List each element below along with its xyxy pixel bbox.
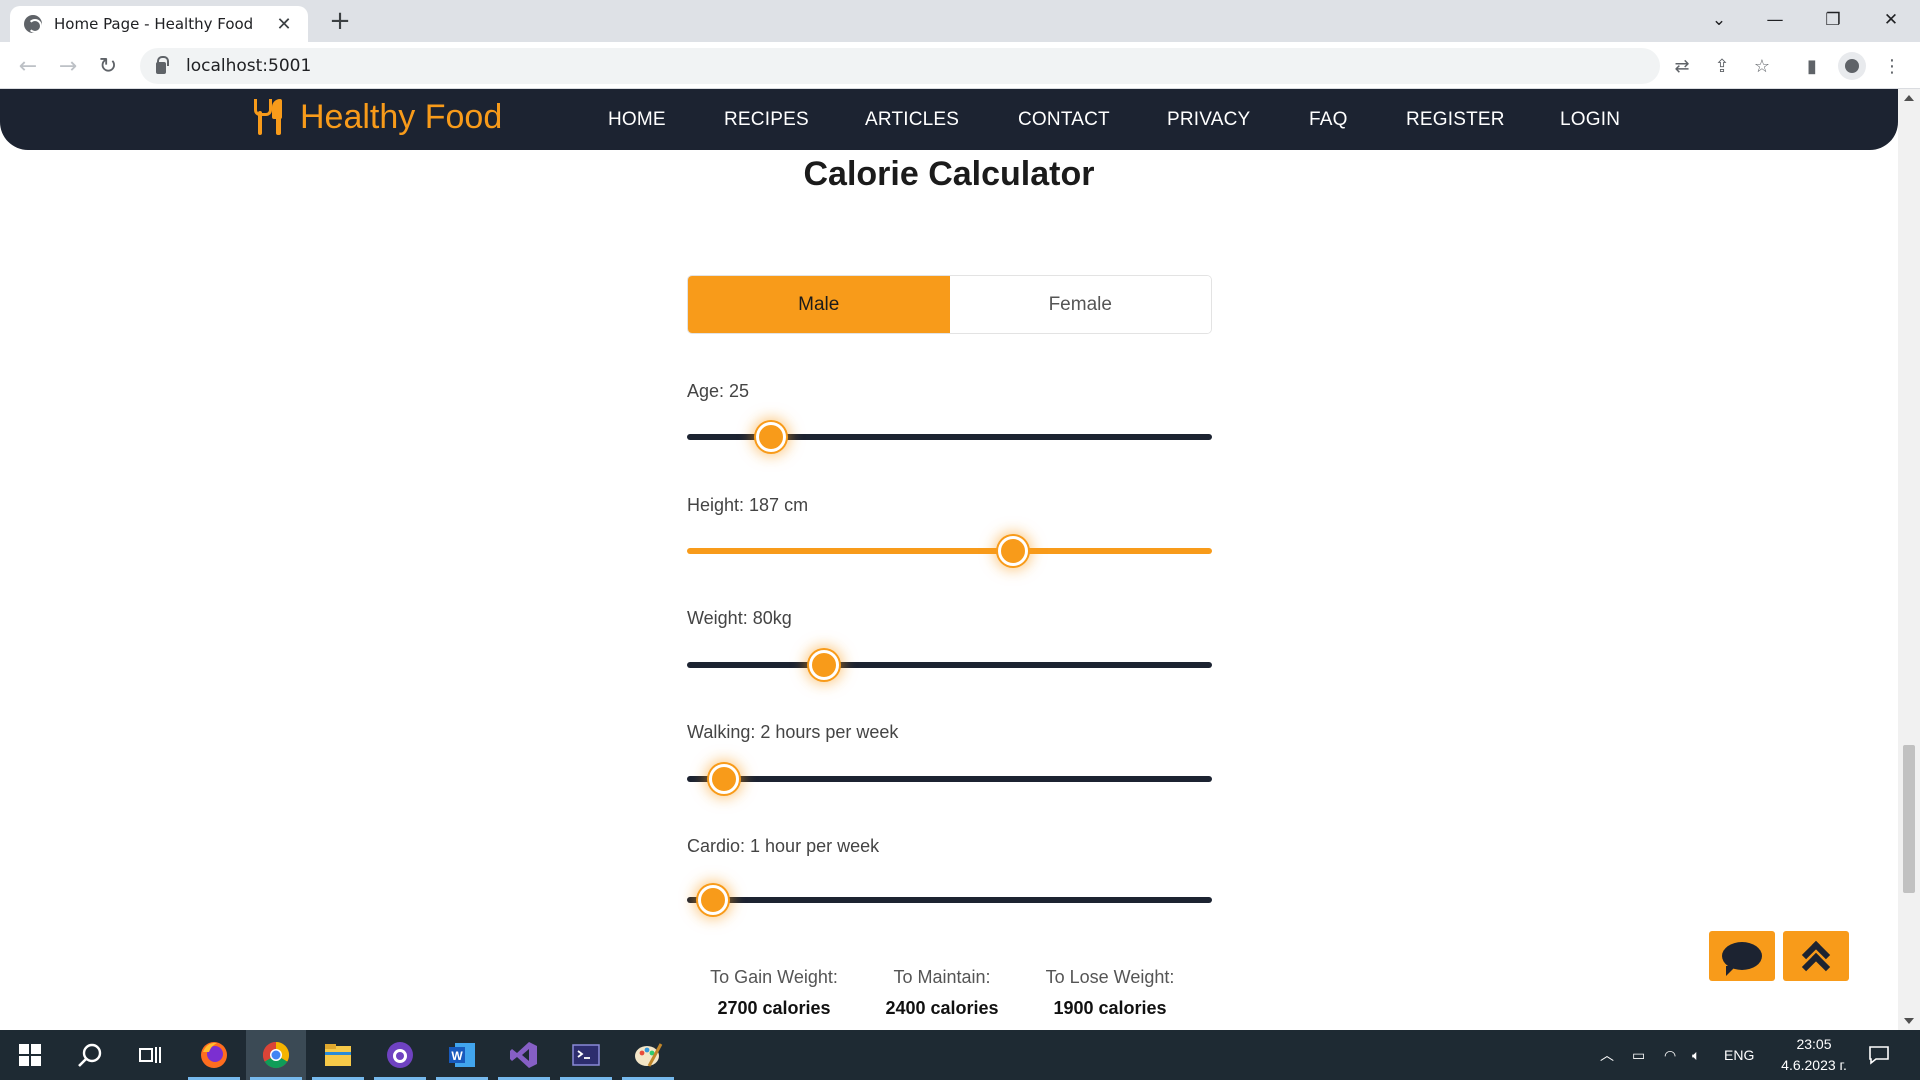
walking-slider[interactable] (687, 776, 1212, 782)
page-title: Calorie Calculator (803, 155, 1095, 193)
battery-icon[interactable]: ▭ (1632, 1030, 1645, 1080)
github-desktop-icon[interactable] (370, 1030, 430, 1080)
clock-date: 4.6.2023 г. (1781, 1057, 1847, 1073)
visual-studio-icon[interactable] (494, 1030, 554, 1080)
tab-close-icon[interactable]: ✕ (274, 14, 294, 35)
side-panel-icon[interactable]: ▮ (1796, 50, 1828, 82)
minimize-button[interactable]: — (1746, 0, 1804, 40)
gender-female-option[interactable]: Female (949, 276, 1211, 333)
nav-register[interactable]: REGISTER (1406, 89, 1505, 150)
cardio-slider-thumb[interactable] (698, 885, 729, 915)
chrome-icon[interactable] (246, 1030, 306, 1080)
weight-slider-thumb[interactable] (808, 650, 839, 680)
result-maintain-label: To Maintain: (893, 967, 991, 987)
lock-icon (156, 56, 169, 74)
share-icon[interactable]: ⇪ (1706, 50, 1738, 82)
reload-icon[interactable]: ↻ (92, 50, 124, 82)
clock-time: 23:05 (1796, 1036, 1832, 1052)
address-bar[interactable]: localhost:5001 (140, 48, 1660, 84)
scroll-up-arrow-icon[interactable] (1904, 95, 1914, 101)
double-chevron-up-icon (1801, 939, 1831, 982)
weight-slider[interactable] (687, 662, 1212, 668)
result-lose-label: To Lose Weight: (1045, 967, 1175, 987)
profile-avatar-icon[interactable] (1838, 52, 1866, 80)
forward-arrow-icon[interactable]: → (52, 50, 84, 82)
result-gain-value: 2700 calories (717, 998, 831, 1018)
utensils-icon (252, 97, 288, 137)
result-lose: To Lose Weight: 1900 calories (1025, 967, 1195, 1019)
weight-label: Weight: 80kg (687, 608, 792, 628)
scrollbar-thumb[interactable] (1903, 745, 1915, 893)
nav-articles[interactable]: ARTICLES (865, 89, 959, 150)
browser-toolbar: ← → ↻ localhost:5001 ⇄ ⇪ ☆ ▮ ⋮ (0, 42, 1920, 89)
walking-label: Walking: 2 hours per week (687, 722, 899, 742)
result-maintain: To Maintain: 2400 calories (857, 967, 1027, 1019)
nav-login[interactable]: LOGIN (1560, 89, 1620, 150)
tab-title: Home Page - Healthy Food (54, 15, 254, 33)
firefox-icon[interactable] (184, 1030, 244, 1080)
page-scrollbar[interactable] (1898, 89, 1920, 1030)
back-arrow-icon[interactable]: ← (12, 50, 44, 82)
system-clock[interactable]: 23:05 4.6.2023 г. (1770, 1034, 1858, 1076)
cardio-label: Cardio: 1 hour per week (687, 836, 880, 856)
browser-tabstrip: Home Page - Healthy Food ✕ + ⌄ — ❐ ✕ (0, 0, 1920, 42)
walking-slider-thumb[interactable] (708, 764, 739, 794)
wifi-icon[interactable]: ◠ (1664, 1030, 1676, 1080)
task-view-icon[interactable] (120, 1030, 180, 1080)
height-slider[interactable] (687, 548, 1212, 554)
word-icon[interactable]: W (432, 1030, 492, 1080)
new-tab-button[interactable]: + (324, 6, 356, 38)
start-button[interactable] (0, 1030, 60, 1080)
result-lose-value: 1900 calories (1053, 998, 1167, 1018)
cardio-slider[interactable] (687, 897, 1212, 903)
bookmark-star-icon[interactable]: ☆ (1746, 50, 1778, 82)
translate-icon[interactable]: ⇄ (1666, 50, 1698, 82)
nav-recipes[interactable]: RECIPES (724, 89, 809, 150)
tab-search-button[interactable]: ⌄ (1690, 0, 1748, 40)
gender-male-option[interactable]: Male (688, 276, 950, 333)
page-viewport: Healthy Food HOME RECIPES ARTICLES CONTA… (0, 89, 1898, 1030)
height-label: Height: 187 cm (687, 495, 809, 515)
windows-taskbar: W ︿ ▭ ◠ 🔈︎ ENG 23:05 4.6.2023 г. (0, 1030, 1920, 1080)
chat-bubble-icon (1722, 942, 1762, 976)
notifications-icon[interactable] (1868, 1030, 1890, 1080)
nav-faq[interactable]: FAQ (1309, 89, 1348, 150)
globe-icon (24, 15, 42, 33)
close-window-button[interactable]: ✕ (1862, 0, 1920, 40)
svg-text:W: W (451, 1049, 463, 1063)
url-text: localhost:5001 (186, 56, 312, 76)
chat-button[interactable] (1709, 931, 1775, 981)
scroll-down-arrow-icon[interactable] (1904, 1018, 1914, 1024)
age-slider-thumb[interactable] (756, 422, 786, 452)
paint-icon[interactable] (618, 1030, 678, 1080)
calorie-results: To Gain Weight: 2700 calories To Maintai… (687, 967, 1212, 1030)
nav-home[interactable]: HOME (608, 89, 666, 150)
windows-logo-icon (19, 1044, 41, 1066)
site-navbar: Healthy Food HOME RECIPES ARTICLES CONTA… (0, 89, 1898, 150)
search-icon[interactable] (60, 1030, 120, 1080)
language-indicator[interactable]: ENG (1724, 1030, 1754, 1080)
result-maintain-value: 2400 calories (885, 998, 999, 1018)
restore-button[interactable]: ❐ (1804, 0, 1862, 40)
nav-privacy[interactable]: PRIVACY (1167, 89, 1250, 150)
height-slider-thumb[interactable] (997, 536, 1028, 566)
nav-contact[interactable]: CONTACT (1018, 89, 1110, 150)
age-label: Age: 25 (687, 381, 750, 401)
result-gain: To Gain Weight: 2700 calories (689, 967, 859, 1019)
gender-toggle: Male Female (687, 275, 1212, 334)
browser-tab[interactable]: Home Page - Healthy Food ✕ (10, 6, 308, 42)
volume-icon[interactable]: 🔈︎ (1692, 1030, 1700, 1080)
brand-logo[interactable]: Healthy Food (252, 97, 502, 137)
terminal-icon[interactable] (556, 1030, 616, 1080)
tray-chevron-up-icon[interactable]: ︿ (1600, 1030, 1614, 1080)
result-gain-label: To Gain Weight: (710, 967, 838, 987)
brand-name: Healthy Food (300, 97, 503, 136)
file-explorer-icon[interactable] (308, 1030, 368, 1080)
menu-kebab-icon[interactable]: ⋮ (1876, 50, 1908, 82)
back-to-top-button[interactable] (1783, 931, 1849, 982)
